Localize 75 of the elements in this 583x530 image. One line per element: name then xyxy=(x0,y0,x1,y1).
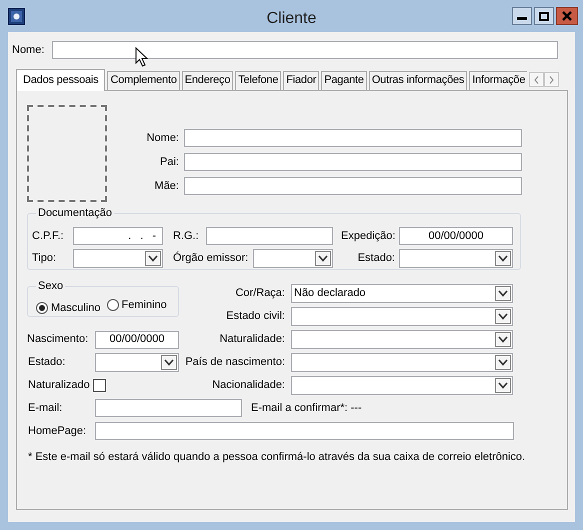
close-button[interactable] xyxy=(556,7,578,25)
checkbox[interactable] xyxy=(93,379,106,392)
confirm-email-text: E-mail a confirmar*: --- xyxy=(251,400,362,416)
caret-icon xyxy=(495,251,511,266)
dropdown[interactable] xyxy=(253,249,333,268)
caret-icon xyxy=(315,251,331,266)
scroll-left-button[interactable] xyxy=(529,72,544,87)
close-icon xyxy=(562,11,572,21)
field-label: C.P.F.: xyxy=(32,228,65,244)
dropdown[interactable] xyxy=(291,376,513,395)
field-label: Mãe: xyxy=(154,178,179,194)
field-label: Estado: xyxy=(28,355,66,370)
text-field[interactable]: 00/00/0000 xyxy=(399,227,513,245)
caret-icon xyxy=(495,378,511,393)
text-field[interactable] xyxy=(184,129,522,147)
tab[interactable]: Fiador xyxy=(283,71,320,90)
caret-icon xyxy=(495,309,511,324)
text-field[interactable]: 00/00/0000 xyxy=(95,330,179,348)
text-field[interactable]: . . - xyxy=(73,227,163,245)
app-icon[interactable] xyxy=(8,8,25,25)
tab[interactable]: Pagante xyxy=(321,71,367,90)
field-label: Nascimento: xyxy=(27,332,90,348)
field-label: Cor/Raça: xyxy=(234,286,286,302)
field-label: Órgão emissor: xyxy=(173,250,250,266)
text-field[interactable] xyxy=(95,399,242,417)
text-field[interactable] xyxy=(184,177,522,195)
field-label: Pai: xyxy=(159,154,179,170)
field-label: Tipo: xyxy=(32,251,58,266)
text-field[interactable] xyxy=(52,41,558,59)
chevron-left-icon xyxy=(534,76,540,84)
radio-button[interactable]: Feminino xyxy=(106,297,167,314)
dropdown[interactable] xyxy=(399,249,513,268)
caret-icon xyxy=(495,286,511,301)
window-title: Cliente xyxy=(266,9,316,29)
dropdown[interactable] xyxy=(291,353,513,372)
chevron-right-icon xyxy=(549,76,554,84)
field-label: HomePage: xyxy=(28,424,88,439)
tab[interactable]: Complemento xyxy=(107,71,180,90)
field-label: R.G.: xyxy=(173,228,200,244)
field-label: Naturalizado xyxy=(28,378,91,394)
text-field[interactable] xyxy=(184,153,522,171)
dropdown[interactable] xyxy=(291,307,513,326)
maximize-icon xyxy=(539,12,549,20)
dropdown[interactable] xyxy=(95,353,179,372)
field-label: Nome: xyxy=(146,130,179,146)
caret-icon xyxy=(145,251,161,266)
field-label: Estado civil: xyxy=(225,309,286,324)
tab[interactable]: Dados pessoais xyxy=(16,69,106,91)
dropdown[interactable] xyxy=(73,249,163,268)
caret-icon xyxy=(161,355,177,370)
scroll-right-button[interactable] xyxy=(544,72,560,87)
tab[interactable]: Endereço xyxy=(182,71,234,90)
field-label: Expedição: xyxy=(341,228,396,244)
field-label: Nome: xyxy=(12,42,46,58)
radio-button[interactable]: Masculino xyxy=(36,300,101,316)
dropdown[interactable]: Não declarado xyxy=(291,284,513,303)
text-field[interactable] xyxy=(95,422,514,440)
minimize-button[interactable] xyxy=(512,7,532,25)
note-text: * Este e-mail só estará válido quando a pessoa confirmá-lo através da sua caixa de correio eletrônico. xyxy=(28,450,526,465)
caret-icon xyxy=(495,332,511,347)
maximize-button[interactable] xyxy=(534,7,554,25)
field-label: Nacionalidade: xyxy=(211,378,286,394)
dropdown[interactable] xyxy=(291,330,513,349)
caret-icon xyxy=(495,355,511,370)
tab[interactable]: Telefone xyxy=(235,71,282,90)
field-label: Naturalidade: xyxy=(218,332,286,348)
field-label: Estado: xyxy=(356,251,396,266)
tab[interactable]: Informaçõe xyxy=(469,71,528,90)
cursor-icon xyxy=(135,47,148,67)
photo-frame[interactable] xyxy=(27,105,107,202)
tab[interactable]: Outras informações xyxy=(368,71,468,90)
field-label: País de nascimento: xyxy=(184,355,286,370)
group-label: Documentação xyxy=(36,206,114,220)
field-label: E-mail: xyxy=(28,400,64,416)
text-field[interactable] xyxy=(206,227,333,245)
